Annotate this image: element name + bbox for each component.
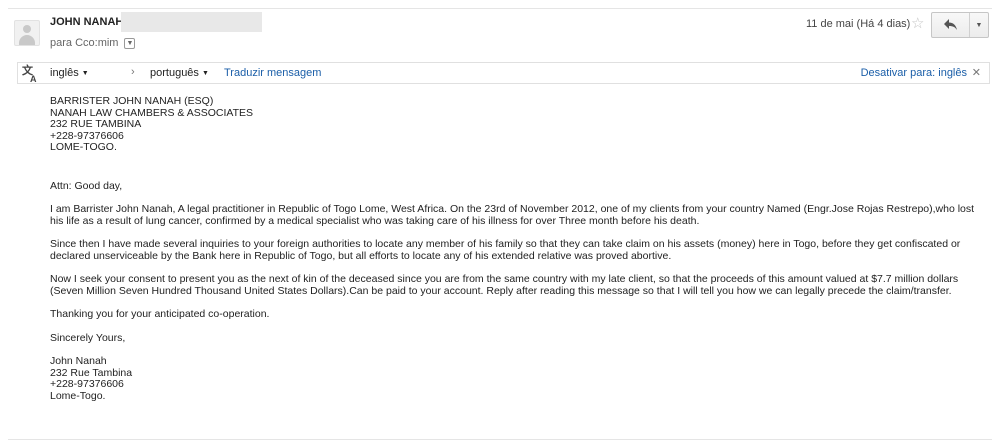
source-language-label: inglês <box>50 67 79 79</box>
source-language-select[interactable]: inglês ▼ <box>50 67 89 79</box>
star-icon[interactable]: ☆ <box>911 14 924 32</box>
address-line: +228-97376606 <box>50 129 124 142</box>
sender-address-block: BARRISTER JOHN NANAH (ESQ) NANAH LAW CHA… <box>50 95 980 154</box>
top-divider <box>8 8 992 9</box>
body-paragraph: I am Barrister John Nanah, A legal pract… <box>50 203 975 227</box>
greeting: Attn: Good day, <box>50 179 123 192</box>
chevron-down-icon: ▼ <box>201 70 209 77</box>
avatar-head-shape <box>23 25 31 33</box>
body-paragraph: Now I seek your consent to present you a… <box>50 273 959 297</box>
translate-icon: 文A <box>22 65 37 84</box>
avatar-shoulders-shape <box>19 35 35 45</box>
address-line: 232 RUE TAMBINA <box>50 118 142 130</box>
sender-avatar <box>14 20 40 46</box>
address-line: BARRISTER JOHN NANAH (ESQ) <box>50 95 214 107</box>
closing: Sincerely Yours, <box>50 331 126 344</box>
disable-translation-link[interactable]: Desativar para: inglês <box>861 67 967 79</box>
signature-line: +228-97376606 <box>50 378 124 390</box>
chevron-down-icon: ▼ <box>81 70 89 77</box>
body-paragraph: Thanking you for your anticipated co-ope… <box>50 308 270 320</box>
translate-bar: 文A inglês ▼ › português ▼ Traduzir mensage… <box>17 62 990 84</box>
reply-button-group: ▼ <box>931 12 989 38</box>
reply-arrow-icon <box>943 18 958 33</box>
signature-block: John Nanah 232 Rue Tambina +228-97376606… <box>50 355 980 402</box>
message-date[interactable]: 11 de mai (Há 4 dias) <box>806 18 910 30</box>
body-paragraph: Since then I have made several inquiries… <box>50 238 961 262</box>
signature-line: 232 Rue Tambina <box>50 366 133 379</box>
close-icon[interactable]: ✕ <box>972 66 981 79</box>
chevron-down-icon: ▼ <box>975 21 983 29</box>
reply-button[interactable] <box>932 13 970 37</box>
signature-line: Lome-Togo. <box>50 389 106 402</box>
target-language-select[interactable]: português ▼ <box>150 67 209 79</box>
translate-message-link[interactable]: Traduzir mensagem <box>224 67 321 79</box>
redacted-email <box>121 12 262 32</box>
sender-name[interactable]: JOHN NANAH <box>50 16 123 28</box>
target-language-label: português <box>150 67 199 79</box>
bottom-divider <box>8 439 992 440</box>
recipient-text: para Cco:mim <box>50 37 119 49</box>
message-body: BARRISTER JOHN NANAH (ESQ) NANAH LAW CHA… <box>50 95 980 402</box>
recipient-line: para Cco:mim ▼ <box>50 37 136 49</box>
chevron-right-icon: › <box>131 66 135 78</box>
signature-line: John Nanah <box>50 355 107 367</box>
show-details-icon[interactable]: ▼ <box>124 37 136 49</box>
address-line: NANAH LAW CHAMBERS & ASSOCIATES <box>50 106 254 119</box>
address-line: LOME-TOGO. <box>50 141 117 153</box>
more-options-button[interactable]: ▼ <box>970 13 988 37</box>
